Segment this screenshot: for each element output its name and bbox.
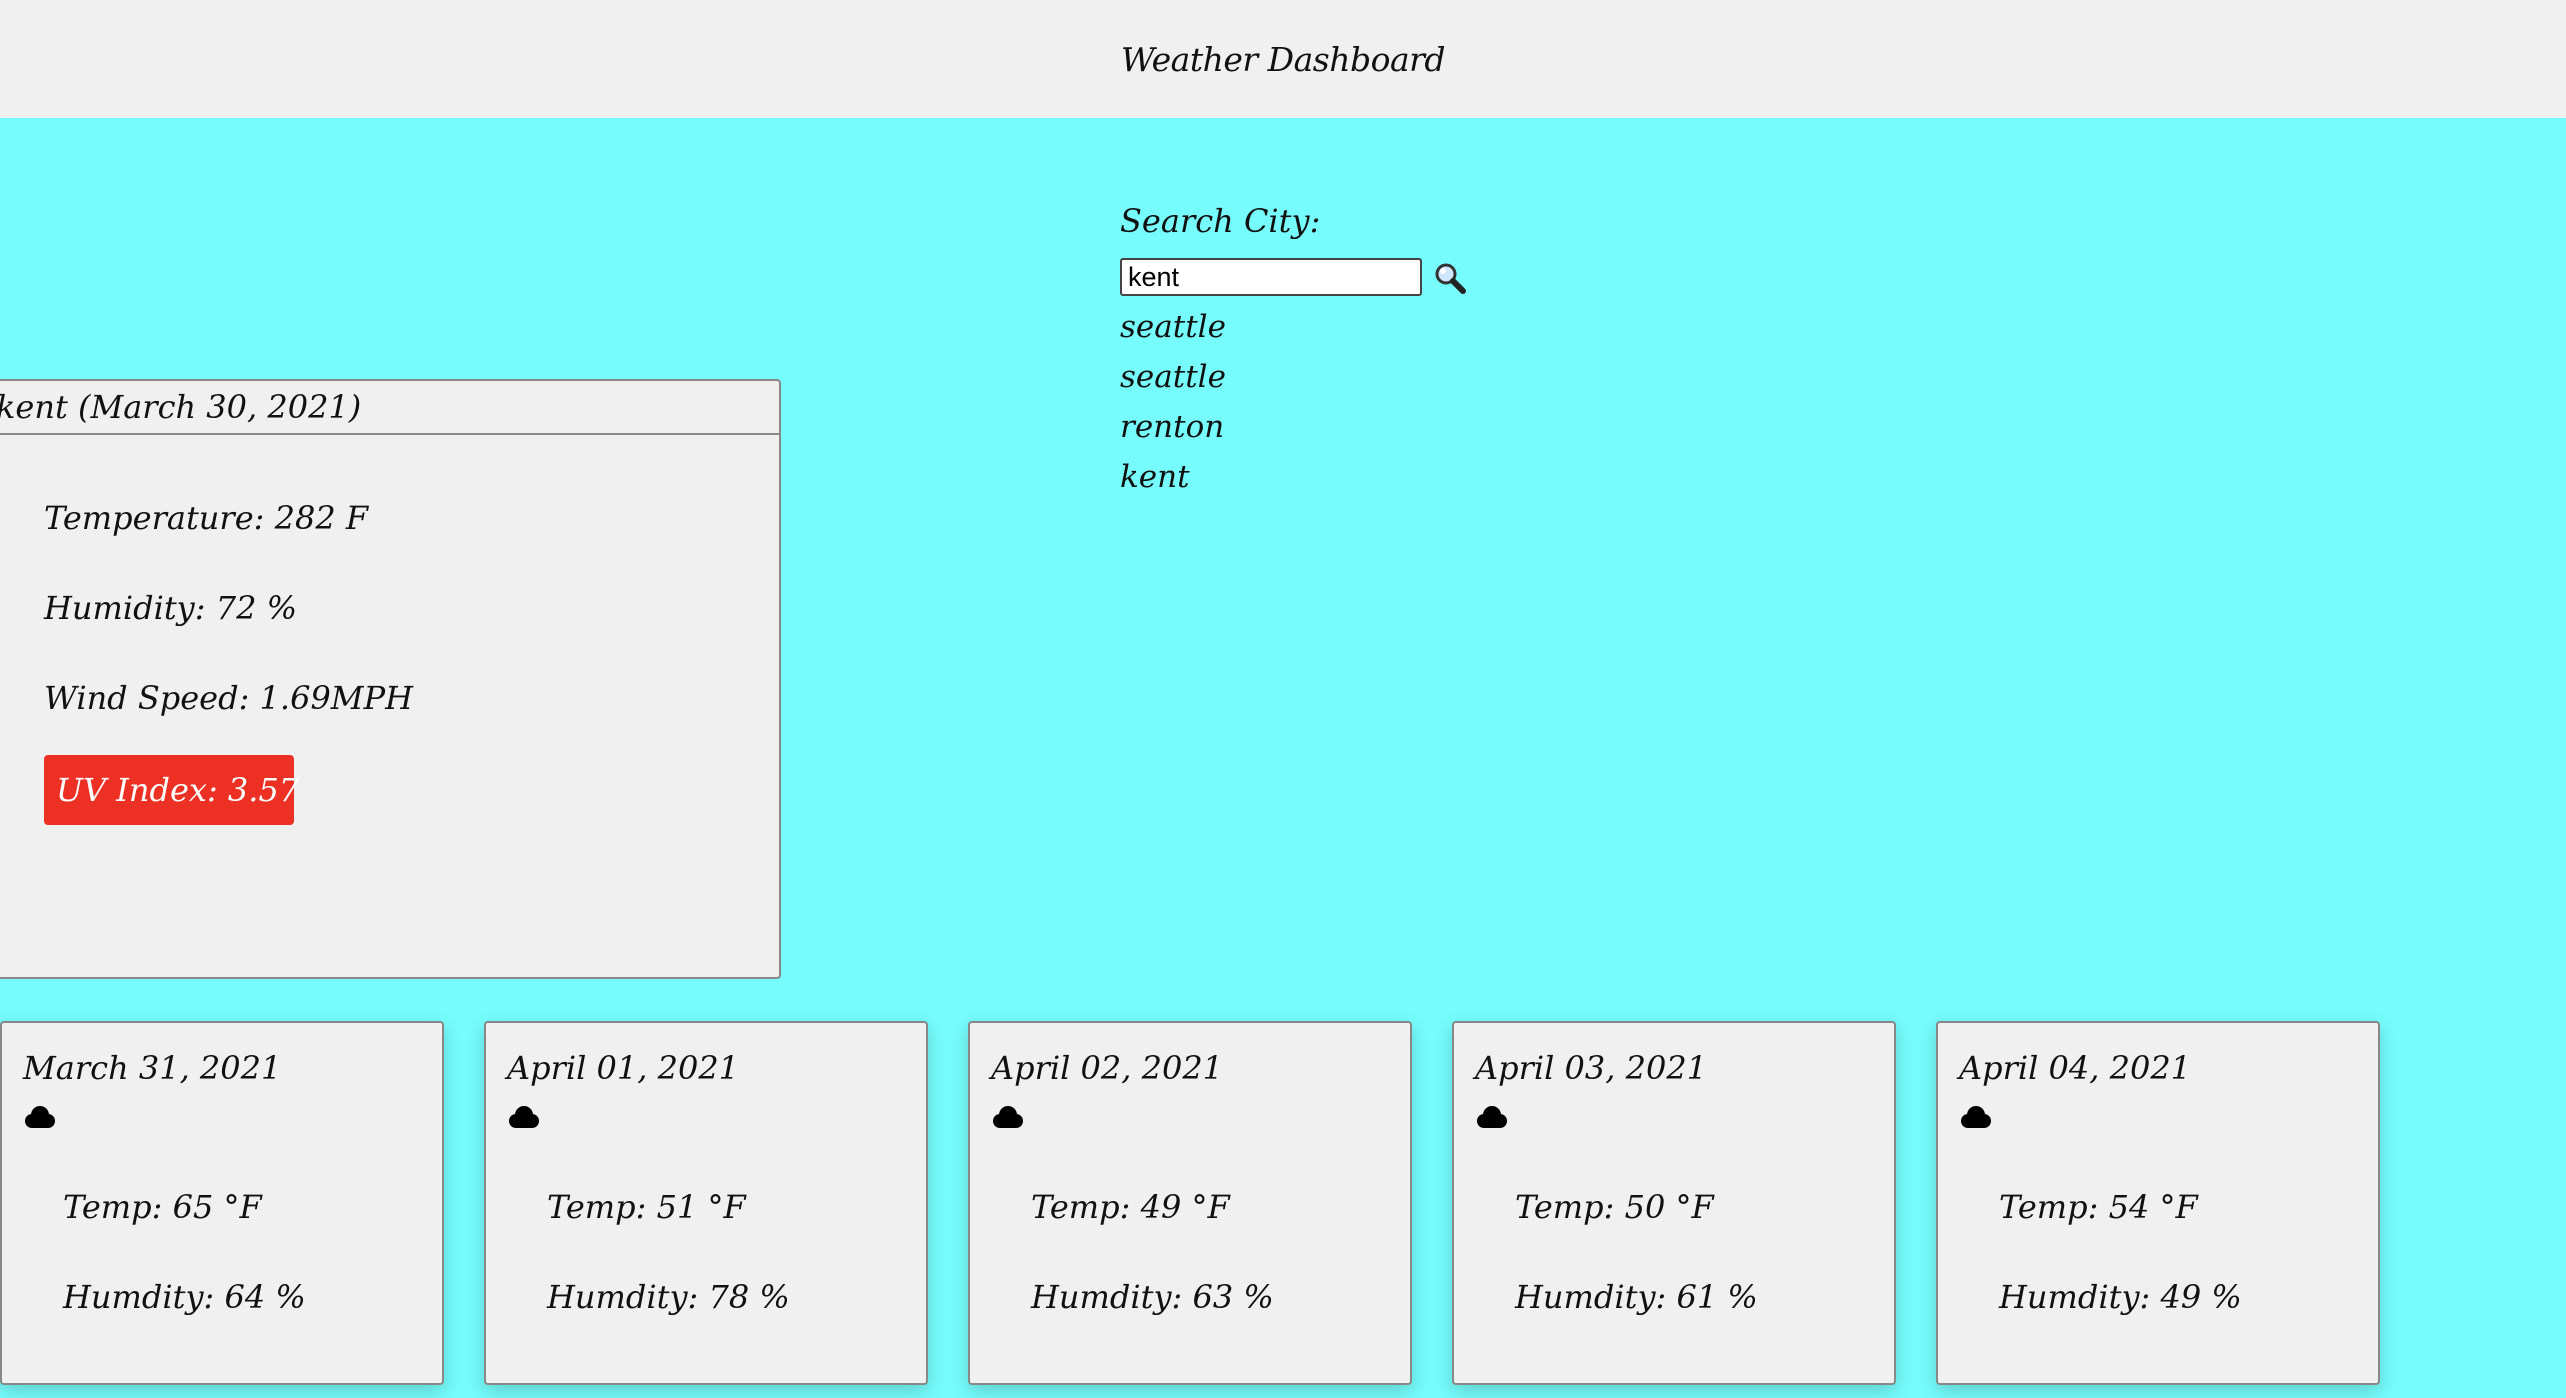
search-button[interactable] bbox=[1432, 260, 1468, 296]
cloud-icon bbox=[1961, 1106, 1991, 1128]
history-item[interactable]: renton bbox=[1120, 402, 1226, 452]
cloud-icon bbox=[1477, 1106, 1507, 1128]
forecast-humidity: Humdity: 78 % bbox=[547, 1278, 790, 1316]
forecast-date: April 01, 2021 bbox=[507, 1049, 740, 1087]
history-item[interactable]: kent bbox=[1120, 452, 1226, 502]
uv-index-badge: UV Index: 3.57 bbox=[44, 755, 299, 825]
forecast-card: April 03, 2021 Temp: 50 °F Humdity: 61 % bbox=[1452, 1021, 1896, 1385]
forecast-card: April 02, 2021 Temp: 49 °F Humdity: 63 % bbox=[968, 1021, 1412, 1385]
magnifier-icon bbox=[1435, 263, 1466, 294]
current-weather-title: kent (March 30, 2021) bbox=[0, 381, 779, 435]
forecast-card: April 04, 2021 Temp: 54 °F Humdity: 49 % bbox=[1936, 1021, 2380, 1385]
forecast-date: April 03, 2021 bbox=[1475, 1049, 1708, 1087]
search-input[interactable] bbox=[1120, 258, 1422, 296]
forecast-temp: Temp: 51 °F bbox=[547, 1188, 746, 1226]
forecast-humidity: Humdity: 61 % bbox=[1515, 1278, 1758, 1316]
search-history-list: seattle seattle renton kent bbox=[1120, 302, 1226, 502]
forecast-date: March 31, 2021 bbox=[23, 1049, 282, 1087]
page-header: Weather Dashboard bbox=[0, 0, 2566, 118]
forecast-card: March 31, 2021 Temp: 65 °F Humdity: 64 % bbox=[0, 1021, 444, 1385]
cloud-icon bbox=[993, 1106, 1023, 1128]
forecast-card: April 01, 2021 Temp: 51 °F Humdity: 78 % bbox=[484, 1021, 928, 1385]
forecast-temp: Temp: 50 °F bbox=[1515, 1188, 1714, 1226]
forecast-temp: Temp: 49 °F bbox=[1031, 1188, 1230, 1226]
cloud-icon bbox=[25, 1106, 55, 1128]
current-humidity: Humidity: 72 % bbox=[44, 589, 297, 627]
cloud-icon bbox=[509, 1106, 539, 1128]
forecast-temp: Temp: 54 °F bbox=[1999, 1188, 2198, 1226]
history-item[interactable]: seattle bbox=[1120, 302, 1226, 352]
history-item[interactable]: seattle bbox=[1120, 352, 1226, 402]
forecast-temp: Temp: 65 °F bbox=[63, 1188, 262, 1226]
page-title: Weather Dashboard bbox=[1120, 39, 1446, 79]
current-temperature: Temperature: 282 F bbox=[44, 499, 369, 537]
search-label: Search City: bbox=[1120, 202, 1321, 240]
forecast-humidity: Humdity: 64 % bbox=[63, 1278, 306, 1316]
forecast-humidity: Humdity: 49 % bbox=[1999, 1278, 2242, 1316]
current-wind-speed: Wind Speed: 1.69MPH bbox=[44, 679, 413, 717]
forecast-date: April 04, 2021 bbox=[1959, 1049, 2192, 1087]
forecast-date: April 02, 2021 bbox=[991, 1049, 1224, 1087]
forecast-humidity: Humdity: 63 % bbox=[1031, 1278, 1274, 1316]
current-weather-card: kent (March 30, 2021) Temperature: 282 F… bbox=[0, 379, 781, 979]
